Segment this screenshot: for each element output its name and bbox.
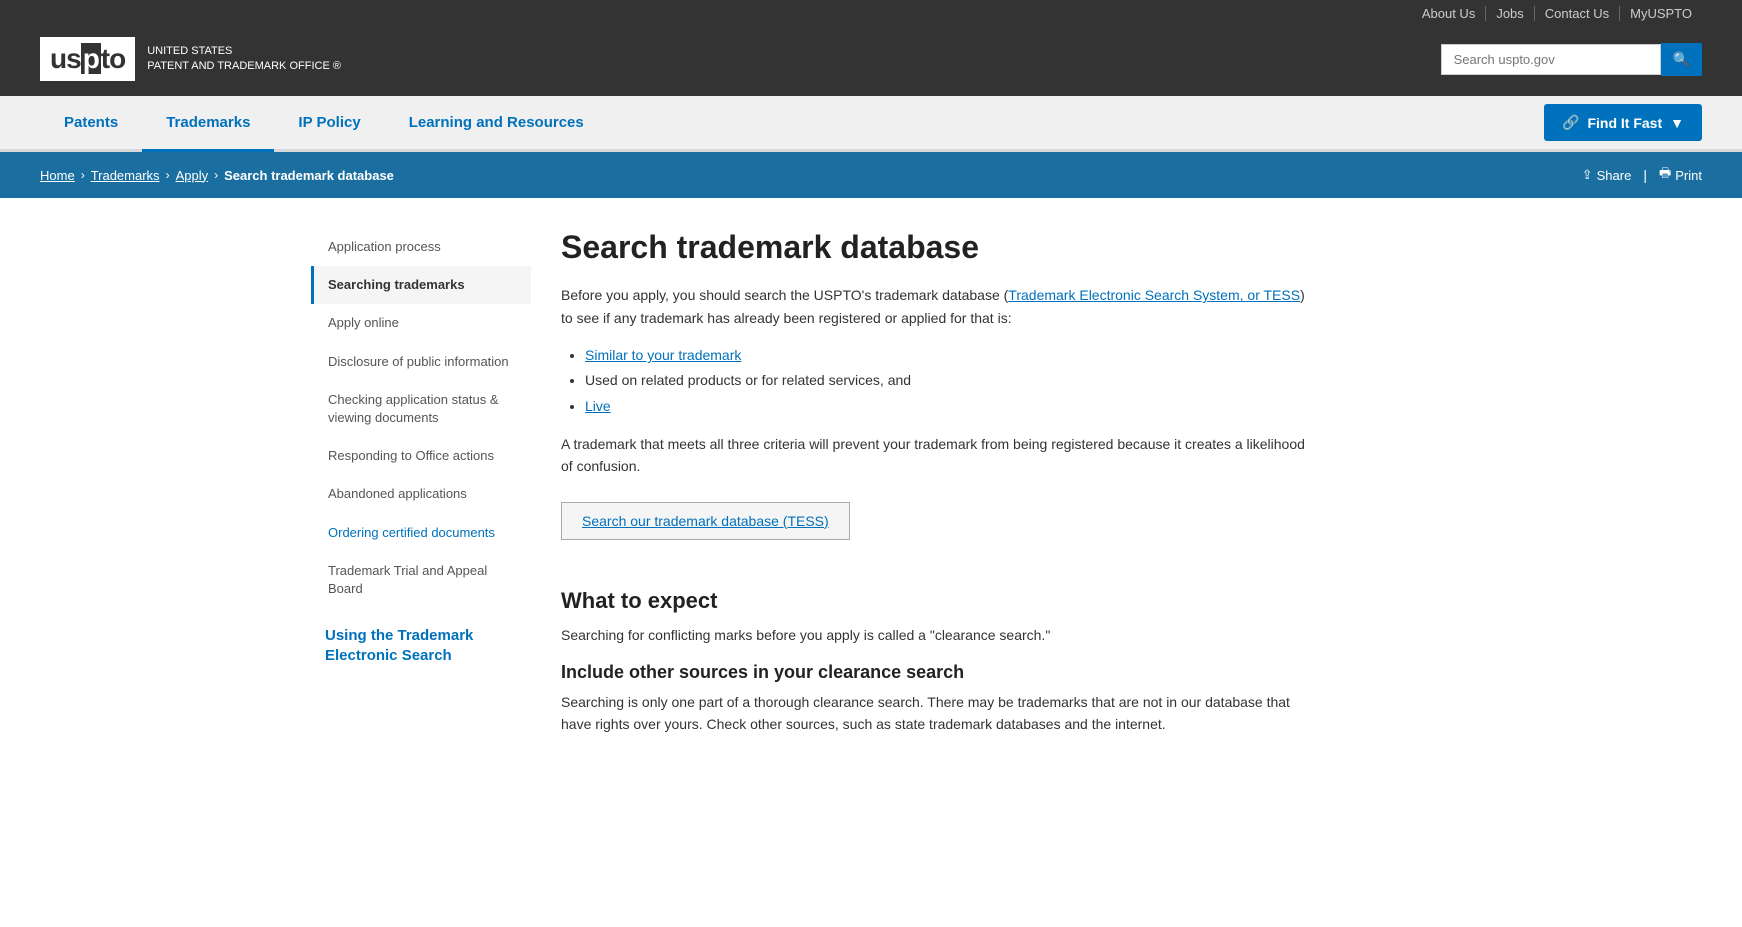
breadcrumb-actions: ⇪ Share | 🖶 Print	[1582, 164, 1702, 186]
sidebar-item-ordering-docs[interactable]: Ordering certified documents	[311, 514, 531, 552]
breadcrumb: Home › Trademarks › Apply › Search trade…	[40, 168, 394, 183]
sidebar-item-office-actions[interactable]: Responding to Office actions	[311, 437, 531, 475]
list-item: Similar to your trademark	[585, 343, 1311, 368]
site-header: uspto UNITED STATES PATENT AND TRADEMARK…	[0, 27, 1742, 96]
include-sources-text: Searching is only one part of a thorough…	[561, 691, 1311, 736]
sidebar-item-ttab[interactable]: Trademark Trial and Appeal Board	[311, 552, 531, 608]
confusion-paragraph: A trademark that meets all three criteri…	[561, 433, 1311, 478]
tess-link[interactable]: Trademark Electronic Search System, or T…	[1008, 287, 1300, 303]
print-icon: 🖶	[1659, 164, 1671, 186]
nav-learning[interactable]: Learning and Resources	[385, 96, 608, 152]
chevron-down-icon: ▼	[1670, 115, 1684, 131]
nav-patents[interactable]: Patents	[40, 96, 142, 152]
sidebar-item-application-process[interactable]: Application process	[311, 228, 531, 266]
page-title: Search trademark database	[561, 228, 1311, 266]
search-input[interactable]	[1441, 44, 1661, 75]
live-link[interactable]: Live	[585, 398, 611, 414]
sidebar-item-apply-online[interactable]: Apply online	[311, 304, 531, 342]
breadcrumb-sep-2: ›	[166, 168, 170, 182]
header-search: 🔍	[1441, 43, 1702, 76]
topbar-link-about[interactable]: About Us	[1412, 6, 1486, 21]
sidebar-item-searching-trademarks[interactable]: Searching trademarks	[311, 266, 531, 304]
breadcrumb-apply[interactable]: Apply	[176, 168, 209, 183]
search-button[interactable]: 🔍	[1661, 43, 1702, 76]
share-icon: ⇪	[1582, 167, 1593, 183]
share-link[interactable]: ⇪ Share	[1582, 167, 1632, 183]
breadcrumb-home[interactable]: Home	[40, 168, 75, 183]
tess-search-button[interactable]: Search our trademark database (TESS)	[561, 502, 850, 540]
intro-paragraph: Before you apply, you should search the …	[561, 284, 1311, 329]
criteria-list: Similar to your trademark Used on relate…	[585, 343, 1311, 419]
content-area: Application process Searching trademarks…	[271, 198, 1471, 780]
sidebar-item-checking-status[interactable]: Checking application status & viewing do…	[311, 381, 531, 437]
similar-link[interactable]: Similar to your trademark	[585, 347, 741, 363]
list-item: Live	[585, 394, 1311, 419]
breadcrumb-sep-3: ›	[214, 168, 218, 182]
top-bar: About Us Jobs Contact Us MyUSPTO	[0, 0, 1742, 27]
logo-box: uspto	[40, 37, 135, 81]
sidebar-item-disclosure[interactable]: Disclosure of public information	[311, 343, 531, 381]
include-sources-heading: Include other sources in your clearance …	[561, 662, 1311, 683]
actions-divider: |	[1643, 167, 1647, 183]
logo-tagline: UNITED STATES PATENT AND TRADEMARK OFFIC…	[147, 44, 341, 75]
find-it-fast-button[interactable]: 🔗 Find It Fast ▼	[1544, 104, 1702, 141]
topbar-link-myuspto[interactable]: MyUSPTO	[1620, 6, 1702, 21]
breadcrumb-sep-1: ›	[81, 168, 85, 182]
nav-trademarks[interactable]: Trademarks	[142, 96, 274, 152]
breadcrumb-trademarks[interactable]: Trademarks	[91, 168, 160, 183]
topbar-link-contact[interactable]: Contact Us	[1535, 6, 1620, 21]
breadcrumb-bar: Home › Trademarks › Apply › Search trade…	[0, 152, 1742, 198]
breadcrumb-current: Search trademark database	[224, 168, 394, 183]
logo-text: uspto	[50, 43, 125, 75]
sidebar: Application process Searching trademarks…	[311, 228, 531, 750]
link-icon: 🔗	[1562, 114, 1579, 131]
nav-ip-policy[interactable]: IP Policy	[274, 96, 384, 152]
topbar-link-jobs[interactable]: Jobs	[1486, 6, 1534, 21]
what-to-expect-text: Searching for conflicting marks before y…	[561, 624, 1311, 646]
logo-area: uspto UNITED STATES PATENT AND TRADEMARK…	[40, 37, 341, 81]
nav-items: Patents Trademarks IP Policy Learning an…	[40, 96, 1544, 149]
main-nav: Patents Trademarks IP Policy Learning an…	[0, 96, 1742, 152]
main-content: Search trademark database Before you app…	[561, 228, 1311, 750]
sidebar-item-abandoned[interactable]: Abandoned applications	[311, 475, 531, 513]
what-to-expect-heading: What to expect	[561, 588, 1311, 614]
print-link[interactable]: 🖶 Print	[1659, 164, 1702, 186]
list-item: Used on related products or for related …	[585, 368, 1311, 393]
sidebar-section-title: Using the Trademark Electronic Search	[311, 608, 531, 673]
